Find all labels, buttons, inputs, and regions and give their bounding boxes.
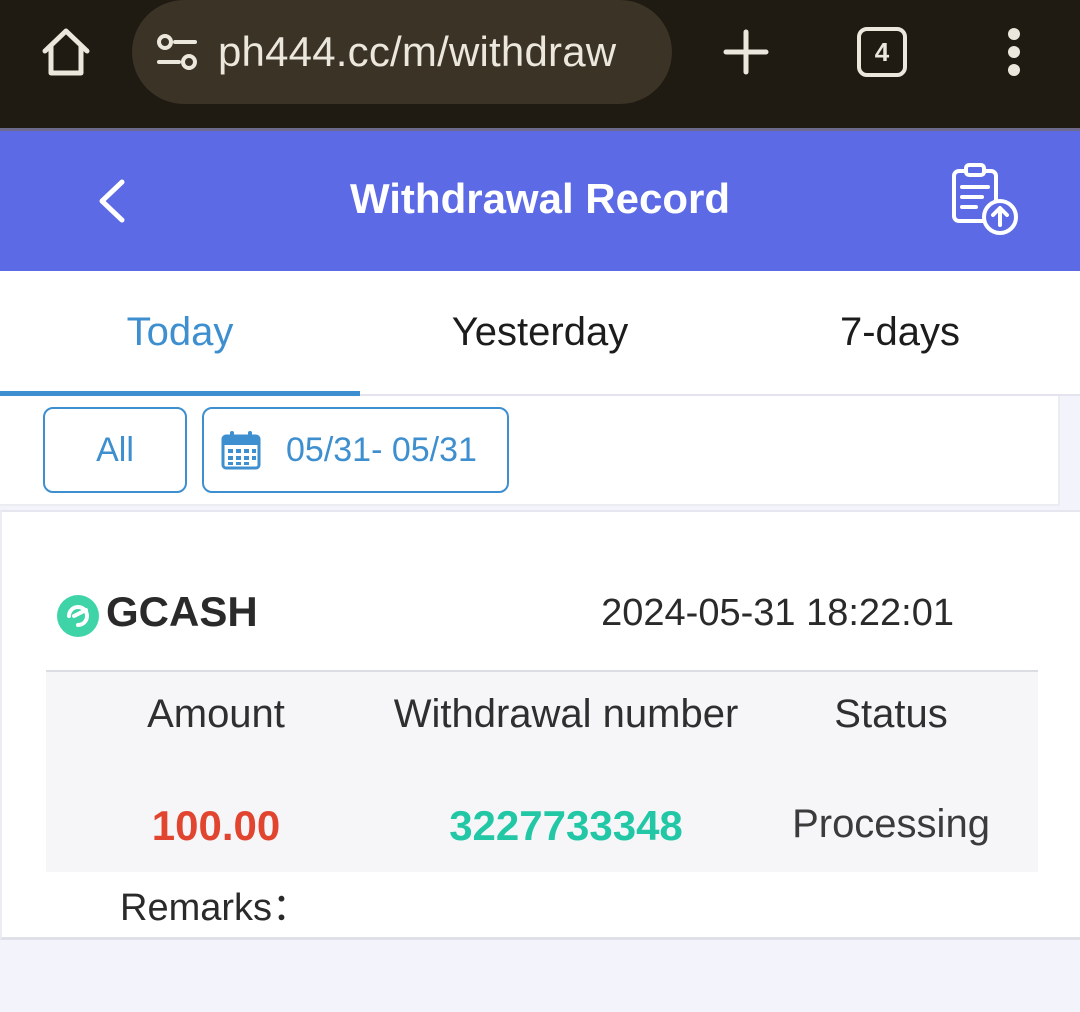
tab-7-days[interactable]: 7-days bbox=[720, 271, 1080, 394]
amount-value: 100.00 bbox=[151, 802, 281, 849]
date-range-button[interactable]: 05/31- 05/31 bbox=[202, 407, 509, 493]
payment-method: GCASH bbox=[106, 588, 258, 635]
site-settings-icon[interactable] bbox=[154, 29, 200, 75]
status-value: Processing bbox=[792, 802, 990, 846]
home-button[interactable] bbox=[36, 22, 96, 82]
remarks-label: Remarks： bbox=[120, 887, 311, 929]
tab-count: 4 bbox=[874, 36, 890, 67]
tab-switcher-button[interactable]: 4 bbox=[857, 27, 907, 77]
withdrawal-number-header: Withdrawal number bbox=[393, 692, 739, 736]
record-datetime: 2024-05-31 18:22:01 bbox=[601, 592, 954, 634]
amount-header: Amount bbox=[147, 692, 285, 736]
filter-bar: All 05/31- 05/31 bbox=[0, 396, 1060, 506]
type-filter-button[interactable]: All bbox=[43, 407, 187, 493]
page-title: Withdrawal Record bbox=[349, 175, 730, 222]
export-record-button[interactable] bbox=[944, 161, 1024, 241]
gcash-icon bbox=[57, 595, 99, 637]
address-bar[interactable]: ph444.cc/m/withdraw bbox=[132, 0, 672, 104]
withdrawal-number-value[interactable]: 3227733348 bbox=[366, 802, 766, 850]
app-header: Withdrawal Record bbox=[0, 128, 1080, 271]
browser-toolbar: ph444.cc/m/withdraw 4 bbox=[0, 0, 1080, 128]
url-text: ph444.cc/m/withdraw bbox=[218, 28, 617, 75]
more-vert-icon[interactable] bbox=[994, 22, 1034, 82]
new-tab-button[interactable] bbox=[716, 22, 776, 82]
tab-yesterday[interactable]: Yesterday bbox=[360, 271, 720, 394]
date-range-text: 05/31- 05/31 bbox=[286, 430, 477, 469]
status-header: Status bbox=[834, 692, 948, 736]
withdrawal-record-card[interactable]: GCASH 2024-05-31 18:22:01 Amount Withdra… bbox=[0, 510, 1080, 940]
tab-today[interactable]: Today bbox=[0, 271, 360, 394]
record-details: Amount Withdrawal number Status 100.00 3… bbox=[46, 670, 1038, 872]
home-icon bbox=[42, 28, 90, 76]
clipboard-upload-icon bbox=[952, 163, 1018, 235]
calendar-icon bbox=[221, 431, 261, 470]
plus-icon bbox=[723, 29, 769, 75]
date-tabs: Today Yesterday 7-days bbox=[0, 271, 1080, 396]
